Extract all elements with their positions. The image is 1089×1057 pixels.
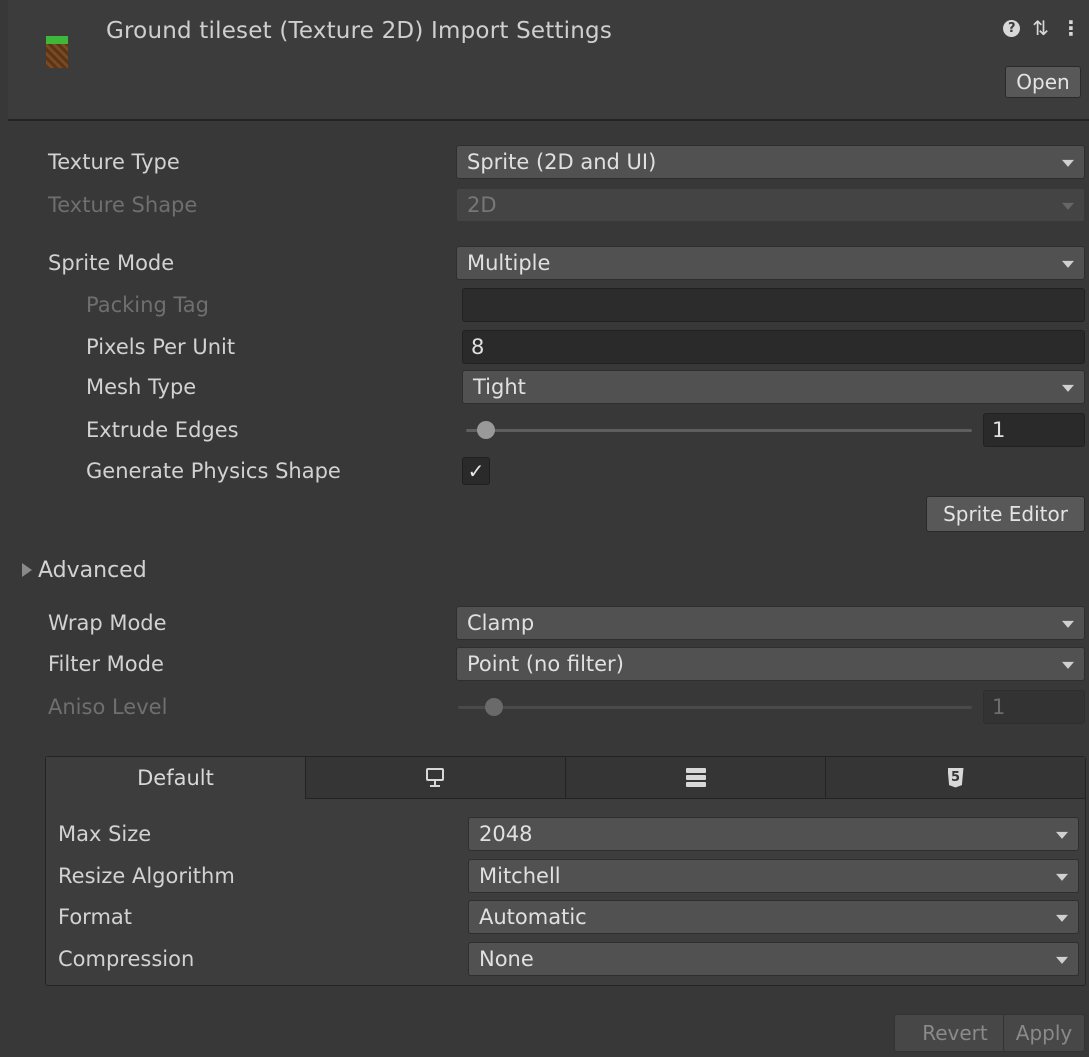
foldout-arrow-icon <box>22 563 32 577</box>
aniso-level-label: Aniso Level <box>48 695 168 719</box>
generate-physics-shape-row: Generate Physics Shape ✓ <box>0 453 1089 489</box>
pixels-per-unit-label: Pixels Per Unit <box>86 335 236 359</box>
extrude-edges-row: Extrude Edges 1 <box>0 412 1089 448</box>
extrude-edges-slider-handle[interactable] <box>477 421 496 439</box>
texture-asset-icon <box>46 36 68 68</box>
platform-tabs: Default <box>46 757 1085 799</box>
filter-mode-row: Filter Mode Point (no filter) <box>0 646 1089 682</box>
sprite-mode-row: Sprite Mode Multiple <box>0 245 1089 281</box>
mesh-type-value: Tight <box>473 375 526 399</box>
filter-mode-label: Filter Mode <box>48 652 164 676</box>
dropdown-arrow-icon <box>1056 873 1068 881</box>
extrude-edges-field[interactable]: 1 <box>983 413 1085 447</box>
max-size-value: 2048 <box>479 822 533 846</box>
texture-type-value: Sprite (2D and UI) <box>467 150 657 174</box>
dropdown-arrow-icon <box>1062 384 1074 392</box>
help-icon[interactable]: ? <box>1003 20 1021 37</box>
max-size-dropdown[interactable]: 2048 <box>468 817 1079 851</box>
advanced-label: Advanced <box>38 557 147 583</box>
texture-type-dropdown[interactable]: Sprite (2D and UI) <box>456 145 1085 179</box>
aniso-level-row: Aniso Level 1 <box>0 689 1089 725</box>
tab-webgl[interactable] <box>825 757 1085 799</box>
dropdown-arrow-icon <box>1056 914 1068 922</box>
wrap-mode-dropdown[interactable]: Clamp <box>456 606 1085 640</box>
inspector-header: Ground tileset (Texture 2D) Import Setti… <box>8 0 1089 121</box>
resize-algorithm-value: Mitchell <box>479 864 561 888</box>
aniso-level-slider <box>458 706 972 709</box>
dropdown-arrow-icon <box>1062 202 1074 210</box>
texture-shape-row: Texture Shape 2D <box>0 187 1089 223</box>
wrap-mode-label: Wrap Mode <box>48 611 167 635</box>
advanced-foldout[interactable]: Advanced <box>22 552 147 588</box>
max-size-row: Max Size 2048 <box>46 816 1085 852</box>
aniso-level-value: 1 <box>992 695 1006 719</box>
dropdown-arrow-icon <box>1062 260 1074 268</box>
generate-physics-shape-label: Generate Physics Shape <box>86 459 341 483</box>
tab-standalone[interactable] <box>305 757 565 799</box>
mesh-type-row: Mesh Type Tight <box>0 369 1089 405</box>
compression-row: Compression None <box>46 941 1085 977</box>
wrap-mode-value: Clamp <box>467 611 535 635</box>
kebab-menu-icon[interactable]: ⋮ <box>1061 18 1081 38</box>
compression-label: Compression <box>58 947 195 971</box>
aniso-level-field: 1 <box>983 690 1085 724</box>
resize-algorithm-row: Resize Algorithm Mitchell <box>46 858 1085 894</box>
resize-algorithm-label: Resize Algorithm <box>58 864 235 888</box>
dropdown-arrow-icon <box>1056 956 1068 964</box>
mesh-type-dropdown[interactable]: Tight <box>462 370 1085 404</box>
pixels-per-unit-value: 8 <box>471 335 485 359</box>
compression-value: None <box>479 947 534 971</box>
extrude-edges-label: Extrude Edges <box>86 418 239 442</box>
html5-icon <box>947 767 964 788</box>
extrude-edges-slider[interactable] <box>466 429 972 432</box>
pixels-per-unit-field[interactable]: 8 <box>462 330 1085 364</box>
texture-shape-dropdown: 2D <box>456 188 1085 222</box>
tab-default[interactable]: Default <box>46 757 305 799</box>
monitor-icon <box>425 767 447 788</box>
mesh-type-label: Mesh Type <box>86 375 197 399</box>
resize-algorithm-dropdown[interactable]: Mitchell <box>468 859 1079 893</box>
revert-button[interactable]: Revert <box>894 1014 1016 1052</box>
tab-default-label: Default <box>137 766 214 790</box>
tab-server[interactable] <box>565 757 825 799</box>
format-dropdown[interactable]: Automatic <box>468 900 1079 934</box>
texture-type-label: Texture Type <box>48 150 180 174</box>
filter-mode-value: Point (no filter) <box>467 652 624 676</box>
texture-shape-value: 2D <box>467 193 497 217</box>
dropdown-arrow-icon <box>1062 661 1074 669</box>
packing-tag-label: Packing Tag <box>86 293 209 317</box>
presets-icon[interactable]: ⇅ <box>1032 18 1049 38</box>
dropdown-arrow-icon <box>1062 159 1074 167</box>
extrude-edges-value: 1 <box>992 418 1006 442</box>
format-row: Format Automatic <box>46 899 1085 935</box>
dropdown-arrow-icon <box>1056 831 1068 839</box>
sprite-mode-label: Sprite Mode <box>48 251 175 275</box>
max-size-label: Max Size <box>58 822 152 846</box>
compression-dropdown[interactable]: None <box>468 942 1079 976</box>
format-label: Format <box>58 905 133 929</box>
sprite-mode-value: Multiple <box>467 251 551 275</box>
filter-mode-dropdown[interactable]: Point (no filter) <box>456 647 1085 681</box>
platform-settings-panel: Default Max Size 2048 <box>45 756 1086 986</box>
format-value: Automatic <box>479 905 587 929</box>
server-icon <box>685 767 706 788</box>
sprite-mode-dropdown[interactable]: Multiple <box>456 246 1085 280</box>
texture-shape-label: Texture Shape <box>48 193 198 217</box>
packing-tag-field <box>462 288 1085 322</box>
packing-tag-row: Packing Tag <box>0 287 1089 323</box>
wrap-mode-row: Wrap Mode Clamp <box>0 605 1089 641</box>
header-icons: ? ⇅ ⋮ <box>1003 18 1081 38</box>
aniso-level-slider-handle <box>484 698 503 716</box>
pixels-per-unit-row: Pixels Per Unit 8 <box>0 329 1089 365</box>
dropdown-arrow-icon <box>1062 620 1074 628</box>
apply-button[interactable]: Apply <box>1003 1014 1085 1052</box>
texture-type-row: Texture Type Sprite (2D and UI) <box>0 144 1089 180</box>
import-settings-inspector: Ground tileset (Texture 2D) Import Setti… <box>0 0 1089 1057</box>
sprite-editor-button[interactable]: Sprite Editor <box>926 496 1085 532</box>
inspector-title: Ground tileset (Texture 2D) Import Setti… <box>106 18 613 44</box>
open-button[interactable]: Open <box>1005 66 1081 98</box>
generate-physics-shape-checkbox[interactable]: ✓ <box>462 457 490 485</box>
